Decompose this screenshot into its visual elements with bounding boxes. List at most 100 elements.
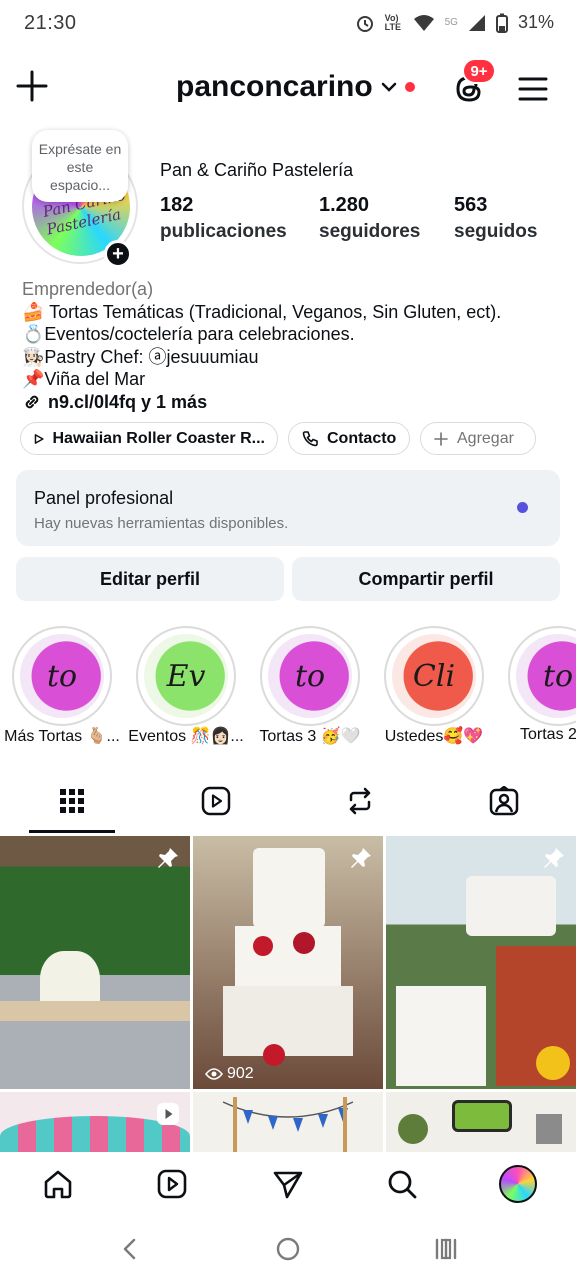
bio-line[interactable]: 👩🏻‍🍳Pastry Chef: ⓐjesuuumiau [22, 346, 562, 369]
nav-messages[interactable] [268, 1164, 308, 1204]
contact-label: Contacto [327, 429, 397, 447]
bio-link-text: n9.cl/0l4fq y 1 más [48, 391, 208, 412]
contact-pill[interactable]: Contacto [288, 422, 410, 455]
post-decoration [536, 1114, 562, 1144]
add-label: Agregar [457, 429, 514, 447]
grid-post[interactable] [0, 836, 190, 1089]
new-indicator-dot [517, 502, 528, 513]
post-cake-mid [235, 926, 341, 986]
recents-icon [435, 1238, 457, 1260]
highlight-ring: to [12, 626, 112, 726]
notification-badge: 9+ [462, 58, 496, 84]
signal-icon [468, 14, 485, 31]
music-title: Hawaiian Roller Coaster R... [52, 429, 265, 447]
bio-link[interactable]: n9.cl/0l4fq y 1 más [22, 391, 562, 414]
stat-posts[interactable]: 182 publicaciones [160, 194, 287, 243]
system-navigation [0, 1218, 576, 1280]
alarm-icon [356, 15, 373, 32]
eye-icon [205, 1068, 223, 1080]
tab-tagged[interactable] [432, 770, 576, 832]
username-switcher[interactable]: panconcarino [176, 70, 415, 104]
pin-icon [158, 848, 178, 868]
pin-icon [351, 848, 371, 868]
chevron-down-icon [381, 82, 396, 92]
nav-reels[interactable] [152, 1164, 192, 1204]
highlight-ring: Ev [136, 626, 236, 726]
status-time: 21:30 [24, 12, 77, 34]
grid-post[interactable] [386, 1092, 576, 1152]
highlight-cover-letters: to [542, 658, 574, 694]
post-decoration [398, 1114, 428, 1144]
highlight-label: Más Tortas 🫰🏼... [4, 728, 120, 745]
highlight-label: Ustedes🥰💖 [384, 728, 484, 745]
wifi-icon [413, 14, 434, 31]
plus-icon [434, 431, 448, 446]
pin-icon [544, 848, 564, 868]
professional-dashboard[interactable]: Panel profesional Hay nuevas herramienta… [16, 470, 560, 546]
username: panconcarino [176, 70, 373, 103]
highlight-label: Tortas 3 🥳🤍 [259, 728, 361, 745]
share-profile-button[interactable]: Compartir perfil [292, 557, 560, 601]
music-pill[interactable]: Hawaiian Roller Coaster R... [20, 422, 278, 455]
tab-grid[interactable] [0, 770, 144, 832]
tab-reposts[interactable] [288, 770, 432, 832]
stat-label: publicaciones [160, 221, 287, 242]
grid-post[interactable] [193, 1092, 383, 1152]
post-rose [293, 932, 315, 954]
highlight-ring: to [508, 626, 576, 726]
post-cake-top [253, 848, 325, 928]
bio-line: 📌Viña del Mar [22, 369, 146, 389]
system-back[interactable] [114, 1234, 146, 1264]
status-icons: Vo) LTE 5G 31% [355, 12, 554, 33]
battery-icon [495, 13, 508, 33]
send-icon [273, 1171, 303, 1199]
post-views: 902 [205, 1065, 254, 1083]
profile-header: panconcarino 9+ [0, 58, 576, 116]
stat-followers[interactable]: 1.280 seguidores [319, 194, 420, 243]
panel-title: Panel profesional [34, 488, 174, 508]
highlight-cover: Cli [392, 634, 476, 718]
edit-profile-button[interactable]: Editar perfil [16, 557, 284, 601]
repost-icon [349, 787, 371, 815]
highlight-cover: to [268, 634, 352, 718]
post-topper [452, 1100, 512, 1132]
reel-icon [157, 1103, 179, 1125]
bottom-navigation [0, 1152, 576, 1218]
network-label: 5G [444, 17, 458, 28]
active-tab-indicator [29, 830, 115, 833]
grid-post[interactable]: 902 [193, 836, 383, 1089]
bio-category: Emprendedor(a) [22, 279, 154, 299]
add-pill[interactable]: Agregar [420, 422, 536, 455]
highlight-cover-letters: Cli [412, 658, 456, 694]
hamburger-icon[interactable] [516, 72, 550, 106]
post-rose [263, 1044, 285, 1066]
highlight-ring: to [260, 626, 360, 726]
tagged-icon [489, 786, 519, 816]
system-recents[interactable] [430, 1234, 462, 1264]
nav-search[interactable] [382, 1164, 422, 1204]
grid-icon [60, 789, 84, 813]
back-icon [123, 1238, 136, 1260]
note-bubble[interactable]: Exprésate en este espacio... [32, 130, 128, 202]
highlight-cover-letters: Ev [166, 658, 206, 694]
grid-post[interactable] [386, 836, 576, 1089]
search-icon [388, 1170, 417, 1199]
grid-post[interactable] [0, 1092, 190, 1152]
post-rose [253, 936, 273, 956]
stat-value: 1.280 [319, 194, 370, 216]
system-home[interactable] [272, 1234, 304, 1264]
highlight-label: Tortas 2 [520, 726, 576, 743]
reels-icon [201, 786, 231, 816]
add-story-button[interactable]: + [104, 240, 132, 268]
nav-profile[interactable] [498, 1164, 538, 1204]
nav-home[interactable] [38, 1164, 78, 1204]
stat-following[interactable]: 563 seguidos [454, 194, 537, 243]
tab-reels[interactable] [144, 770, 288, 832]
status-bar: 21:30 Vo) LTE 5G 31% [0, 0, 576, 50]
panel-subtitle: Hay nuevas herramientas disponibles. [34, 515, 289, 532]
play-icon [34, 433, 44, 444]
highlight-cover-letters: to [294, 658, 326, 694]
plus-icon[interactable] [14, 68, 50, 104]
post-cake-base [396, 986, 486, 1086]
highlight-label: Eventos 🎊👩🏻‍... [128, 728, 244, 745]
